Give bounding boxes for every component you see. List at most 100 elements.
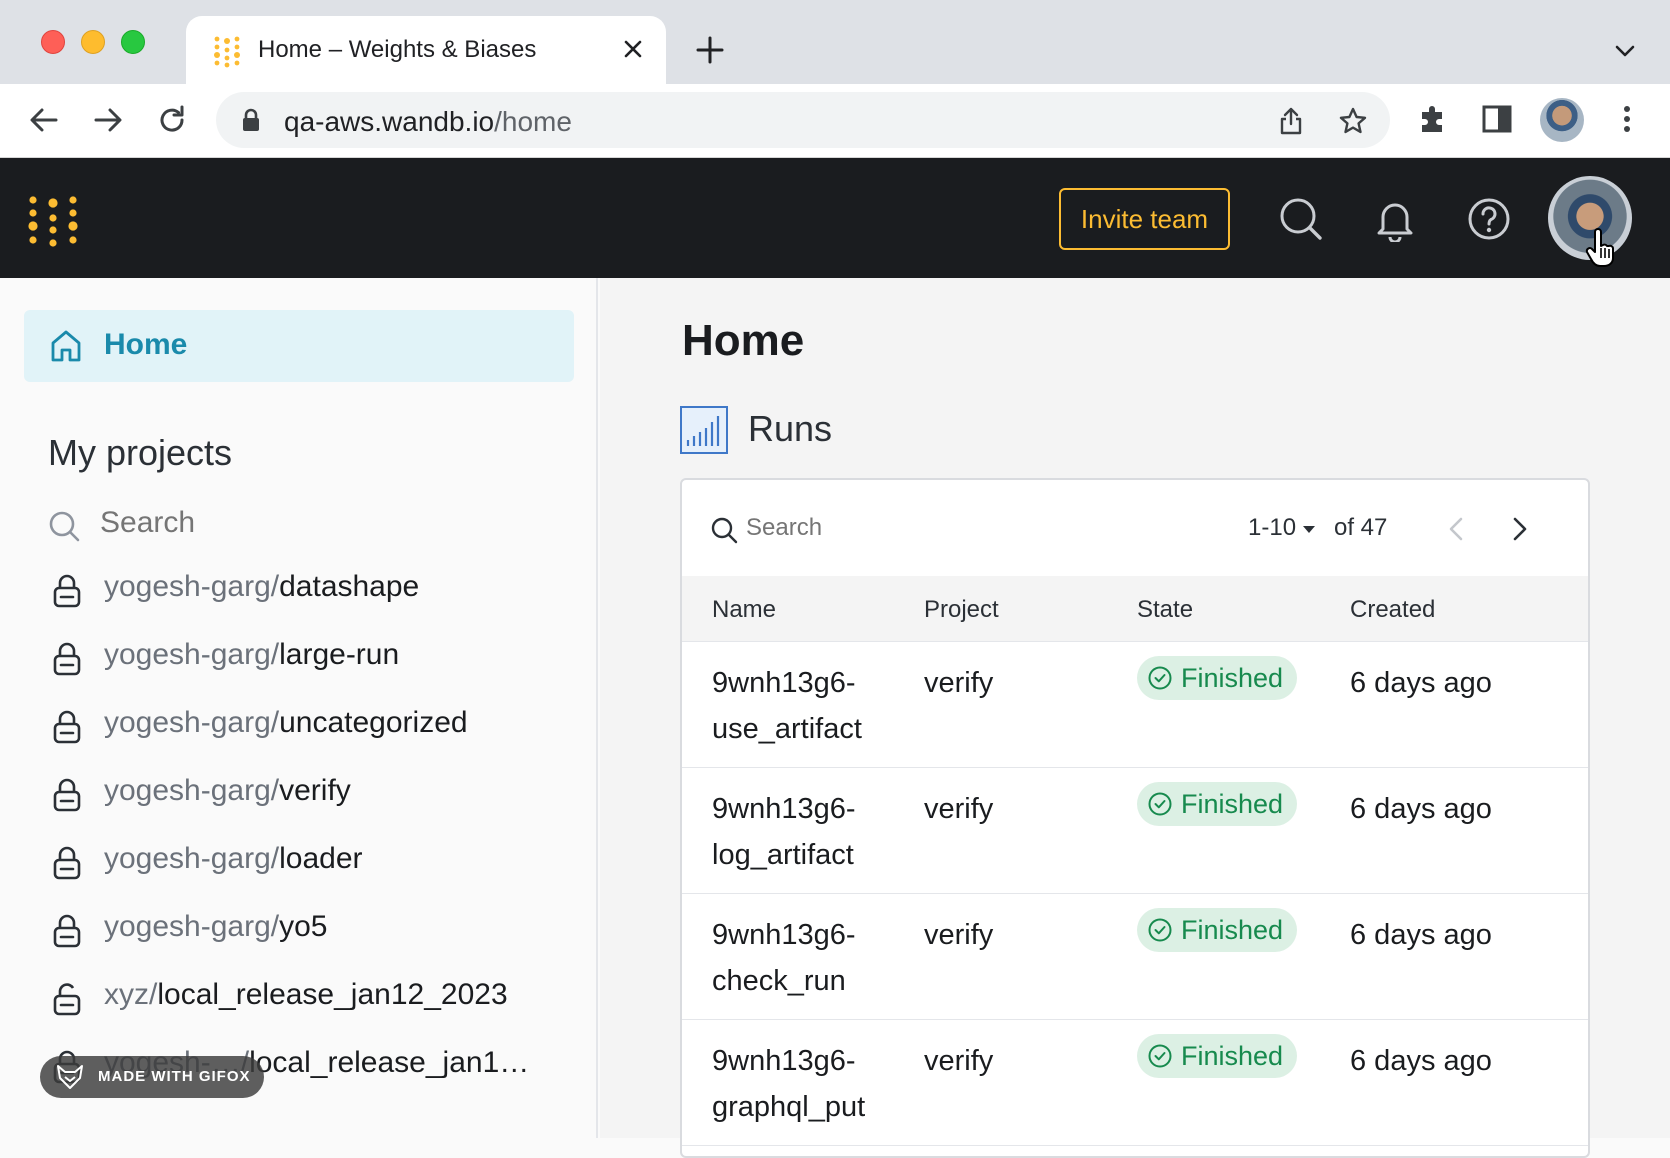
project-title: loader	[279, 842, 363, 875]
tab-search-chevron-down-icon[interactable]	[1612, 38, 1638, 64]
check-circle-icon	[1148, 918, 1172, 942]
browser-profile-avatar[interactable]	[1540, 98, 1584, 142]
project-title: uncategorized	[279, 706, 468, 739]
reload-icon[interactable]	[154, 102, 190, 138]
tab-title: Home – Weights & Biases	[258, 36, 537, 63]
runs-section-title: Runs	[748, 408, 833, 449]
run-project[interactable]: verify	[924, 786, 993, 832]
run-name-link[interactable]: 9wnh13g6- use_artifact	[712, 660, 912, 752]
side-panel-icon[interactable]	[1480, 102, 1514, 136]
tab-strip: Home – Weights & Biases	[0, 0, 1670, 84]
project-entity: yogesh-garg/	[104, 774, 280, 807]
project-name: yogesh-garg/loader	[104, 842, 363, 876]
previous-page-chevron-icon[interactable]	[1442, 512, 1472, 546]
minimize-window-button[interactable]	[81, 30, 105, 54]
lock-icon	[53, 574, 81, 608]
run-name-link[interactable]: 9wnh13g6- graphql_put	[712, 1038, 912, 1130]
help-question-icon[interactable]	[1466, 196, 1512, 242]
sidebar-item-home[interactable]: Home	[24, 310, 574, 382]
project-list-item[interactable]: yogesh-garg/datashape	[48, 570, 588, 610]
run-name-suffix: check_run	[712, 965, 846, 997]
next-page-chevron-icon[interactable]	[1504, 512, 1534, 546]
page-total: of 47	[1334, 514, 1388, 541]
lock-icon	[53, 710, 81, 744]
project-name: xyz/local_release_jan12_2023	[104, 978, 508, 1012]
run-created: 6 days ago	[1350, 1045, 1492, 1077]
address-bar[interactable]: qa-aws.wandb.io/home	[216, 92, 1390, 148]
close-window-button[interactable]	[41, 30, 65, 54]
check-circle-icon	[1148, 666, 1172, 690]
column-header-project[interactable]: Project	[924, 596, 999, 624]
status-badge: Finished	[1137, 908, 1298, 952]
sidebar: Home My projects yogesh-garg/datashape y…	[0, 278, 598, 1138]
run-name-suffix: graphql_put	[712, 1091, 866, 1123]
forward-arrow-icon[interactable]	[90, 102, 126, 138]
table-header: Name Project State Created	[682, 576, 1588, 642]
search-icon[interactable]	[1278, 196, 1324, 242]
home-icon	[51, 330, 81, 362]
project-entity: xyz/	[104, 978, 158, 1011]
table-row[interactable]: 9wnh13g6- use_artifact verify Finished 6 …	[682, 642, 1588, 768]
project-list-item[interactable]: yogesh-garg/yo5	[48, 910, 588, 950]
project-search-input[interactable]	[100, 506, 400, 540]
project-entity: yogesh-garg/	[104, 570, 280, 603]
run-name-suffix: log_artifact	[712, 839, 854, 871]
status-badge: Finished	[1137, 656, 1298, 700]
run-name-prefix: 9wnh13g6-	[712, 919, 856, 951]
lock-icon	[53, 914, 81, 948]
project-name: yogesh-garg/uncategorized	[104, 706, 468, 740]
column-header-state[interactable]: State	[1137, 596, 1193, 624]
project-title: yo5	[279, 910, 328, 943]
project-name: yogesh-garg/yo5	[104, 910, 327, 944]
browser-tab-active[interactable]: Home – Weights & Biases	[186, 16, 666, 84]
caret-down-icon[interactable]	[1302, 524, 1316, 534]
main-content: Home Runs 1-10 of 47 Name Project State …	[600, 278, 1670, 1158]
column-header-name[interactable]: Name	[712, 596, 776, 624]
bookmark-star-icon[interactable]	[1338, 106, 1368, 136]
project-title: local_release_jan12_2023	[157, 978, 508, 1011]
my-projects-heading: My projects	[48, 432, 233, 473]
run-project[interactable]: verify	[924, 1038, 993, 1084]
run-project[interactable]: verify	[924, 912, 993, 958]
project-title: local_release_jan1…	[249, 1046, 530, 1079]
status-label: Finished	[1181, 1040, 1284, 1071]
new-tab-plus-icon[interactable]	[694, 34, 726, 66]
project-name: yogesh-garg/large-run	[104, 638, 399, 672]
lock-icon	[53, 778, 81, 812]
lock-icon	[243, 108, 259, 131]
zoom-window-button[interactable]	[121, 30, 145, 54]
invite-team-button[interactable]: Invite team	[1059, 188, 1230, 250]
back-arrow-icon[interactable]	[26, 102, 62, 138]
close-tab-icon[interactable]	[618, 34, 648, 64]
runs-search-input[interactable]	[746, 514, 946, 542]
lock-open-icon	[53, 983, 81, 1016]
project-list-item[interactable]: yogesh-garg/large-run	[48, 638, 588, 678]
table-row[interactable]: 9wnh13g6- log_artifact verify Finished 6 …	[682, 768, 1588, 894]
project-list-item[interactable]: yogesh-garg/loader	[48, 842, 588, 882]
run-project[interactable]: verify	[924, 660, 993, 706]
table-row[interactable]: 9wnh13g6- check_run verify Finished 6 day…	[682, 894, 1588, 1020]
share-icon[interactable]	[1276, 106, 1306, 136]
project-title: verify	[279, 774, 351, 807]
column-header-created[interactable]: Created	[1350, 596, 1435, 624]
search-icon	[49, 511, 80, 542]
runs-chart-icon	[680, 406, 728, 454]
lock-icon	[53, 642, 81, 676]
url-path: /home	[494, 106, 572, 137]
run-name-link[interactable]: 9wnh13g6- check_run	[712, 912, 912, 1004]
page-size-select[interactable]: 1-10	[1248, 514, 1296, 542]
notifications-bell-icon[interactable]	[1372, 196, 1418, 242]
wandb-logo-icon[interactable]	[26, 194, 80, 248]
project-list-item[interactable]: yogesh-garg/uncategorized	[48, 706, 588, 746]
sidebar-item-home-label: Home	[104, 328, 188, 361]
runs-table-card: 1-10 of 47 Name Project State Created 9w…	[680, 478, 1590, 1158]
page-title: Home	[682, 316, 805, 365]
project-list-item[interactable]: xyz/local_release_jan12_2023	[48, 978, 588, 1018]
run-created: 6 days ago	[1350, 793, 1492, 825]
browser-menu-kebab-icon[interactable]	[1610, 102, 1644, 136]
table-row[interactable]: 9wnh13g6- graphql_put verify Finished 6 d…	[682, 1020, 1588, 1146]
run-name-link[interactable]: 9wnh13g6- log_artifact	[712, 786, 912, 878]
project-list-item[interactable]: yogesh-garg/verify	[48, 774, 588, 814]
extensions-puzzle-icon[interactable]	[1416, 102, 1450, 136]
fox-logo-icon	[57, 1065, 83, 1089]
